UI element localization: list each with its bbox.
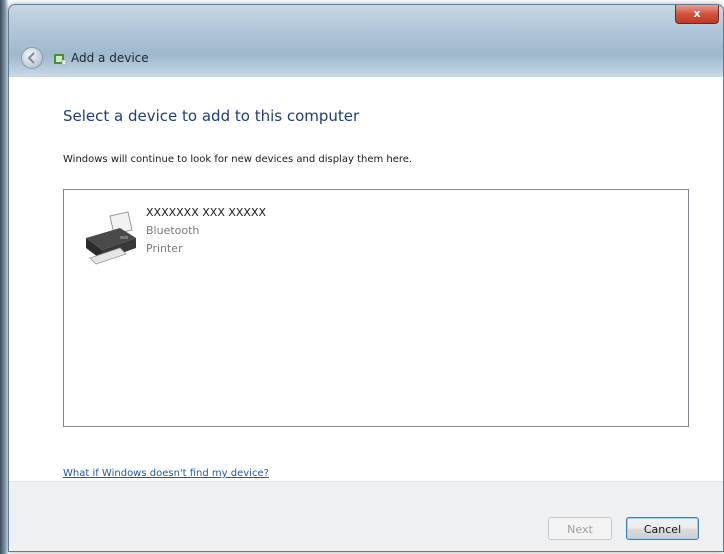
device-list[interactable]: XXXXXXX XXX XXXXX Bluetooth Printer: [63, 189, 689, 427]
cancel-button[interactable]: Cancel: [626, 517, 699, 540]
device-list-item[interactable]: XXXXXXX XXX XXXXX Bluetooth Printer: [80, 204, 320, 274]
close-icon: x: [693, 7, 701, 20]
main-content: Select a device to add to this computer …: [9, 77, 723, 481]
device-connection-type: Bluetooth: [146, 224, 200, 237]
bluetooth-device-icon: [54, 54, 67, 66]
page-description: Windows will continue to look for new de…: [63, 154, 413, 165]
printer-icon: [86, 211, 136, 265]
back-arrow-icon: [27, 52, 35, 64]
device-category: Printer: [146, 242, 183, 255]
add-device-window: x Add a device Select a device to add to…: [8, 4, 724, 552]
close-button[interactable]: x: [675, 5, 719, 24]
next-button[interactable]: Next: [548, 517, 612, 540]
device-name: XXXXXXX XXX XXXXX: [146, 206, 267, 219]
title-bar: x Add a device: [9, 5, 723, 77]
window-title: Add a device: [71, 51, 149, 65]
background-strip: [0, 0, 8, 554]
back-button[interactable]: [21, 47, 43, 69]
help-link[interactable]: What if Windows doesn't find my device?: [63, 468, 269, 479]
page-heading: Select a device to add to this computer: [63, 107, 360, 125]
footer-bar: Next Cancel: [9, 481, 723, 551]
